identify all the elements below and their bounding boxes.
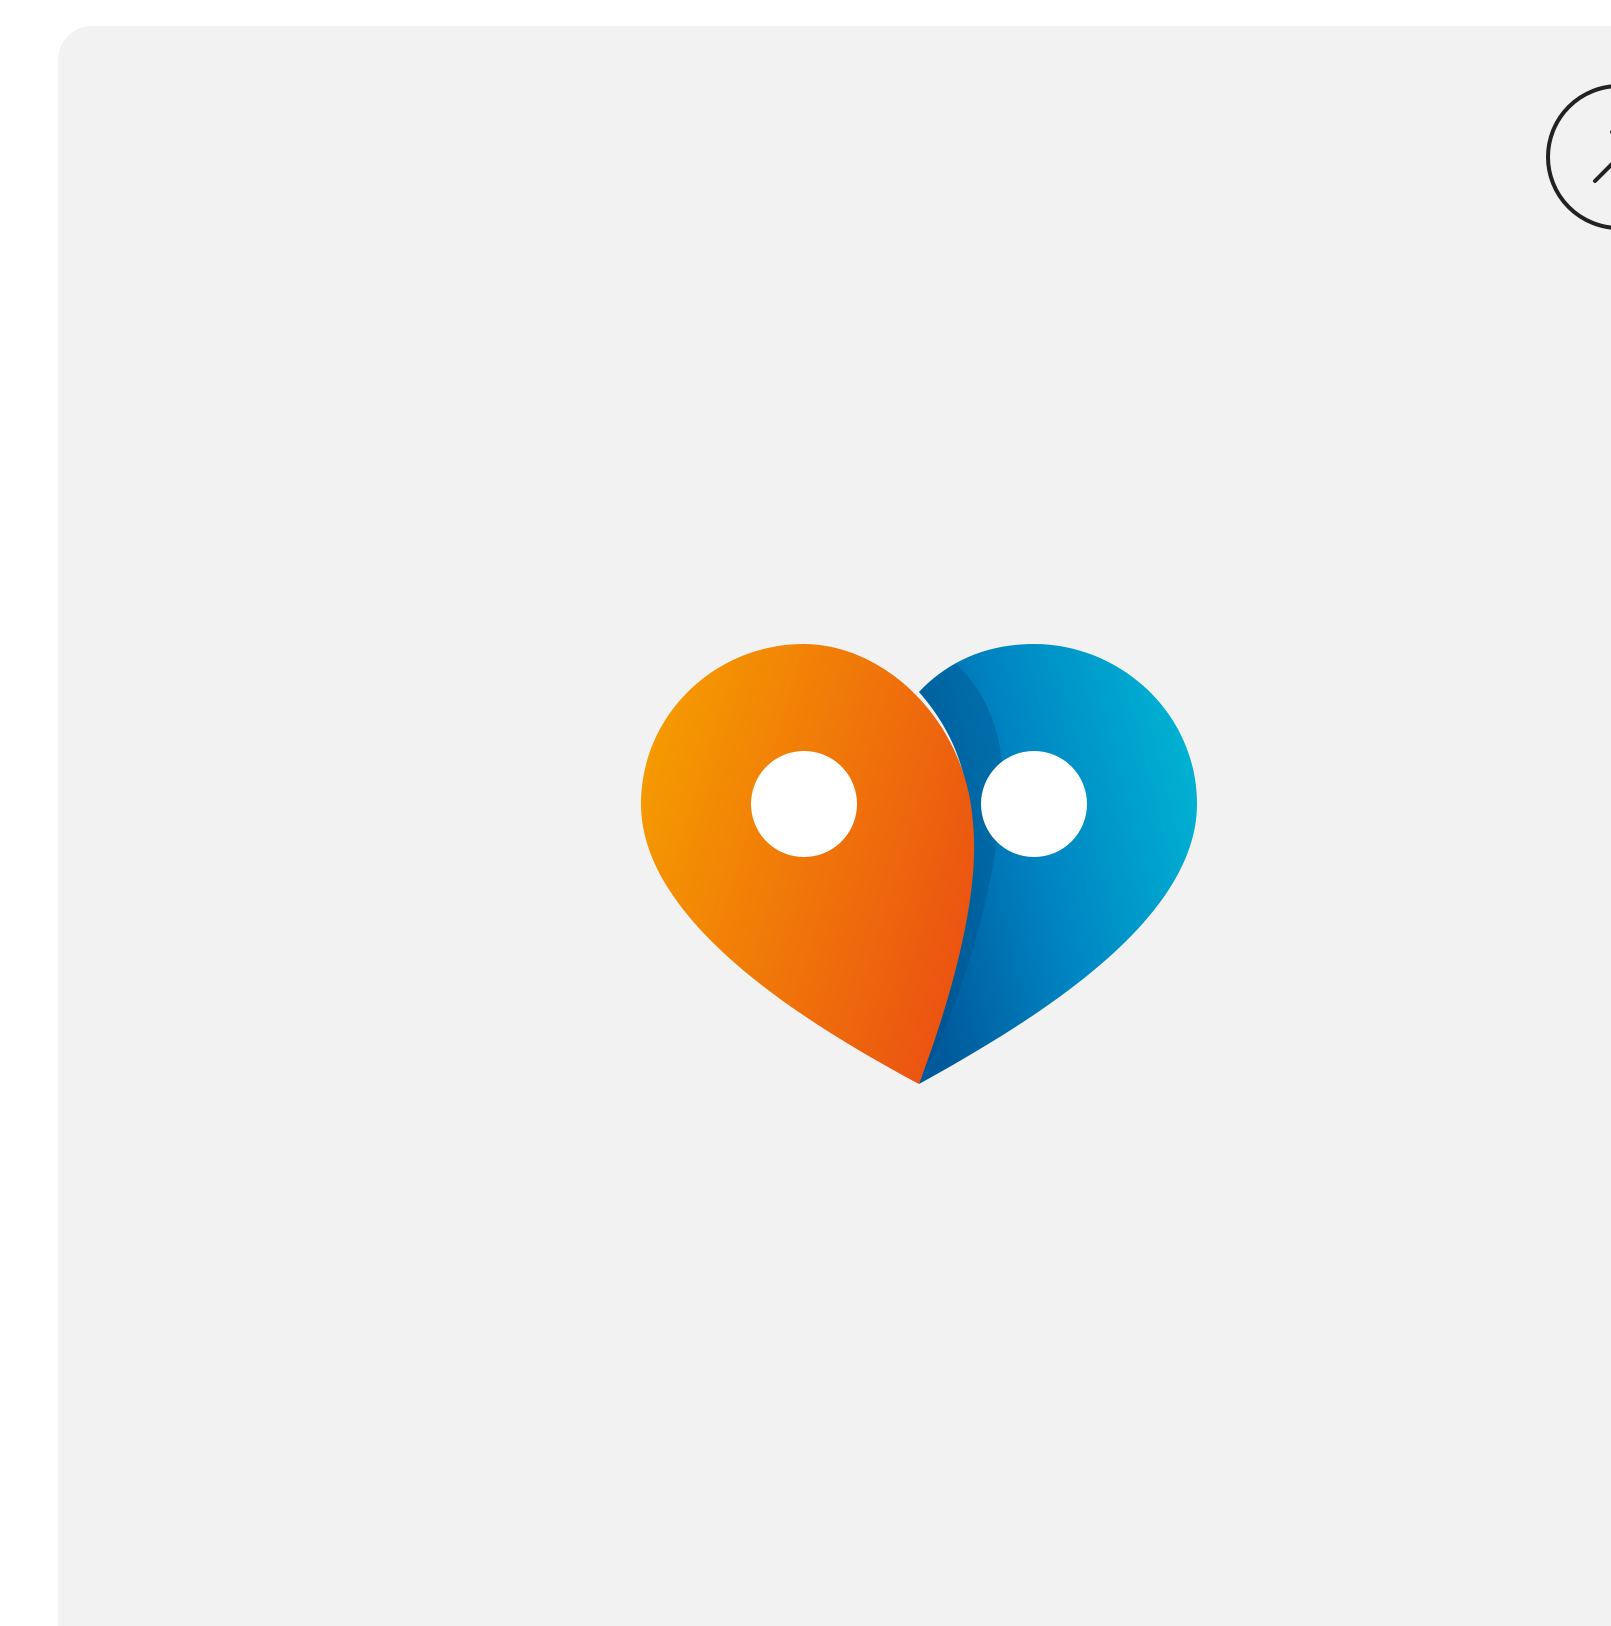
arrow-up-right-icon <box>1546 84 1611 230</box>
page <box>0 0 1611 1626</box>
heart-pins-logo <box>641 642 1197 1084</box>
left-pin <box>641 644 975 1084</box>
open-external-button[interactable] <box>1546 84 1611 230</box>
heart-pins-logo-svg <box>641 644 1197 1084</box>
logo-card <box>58 26 1611 1626</box>
right-pin-hole <box>981 751 1087 857</box>
left-pin-hole <box>751 751 857 857</box>
